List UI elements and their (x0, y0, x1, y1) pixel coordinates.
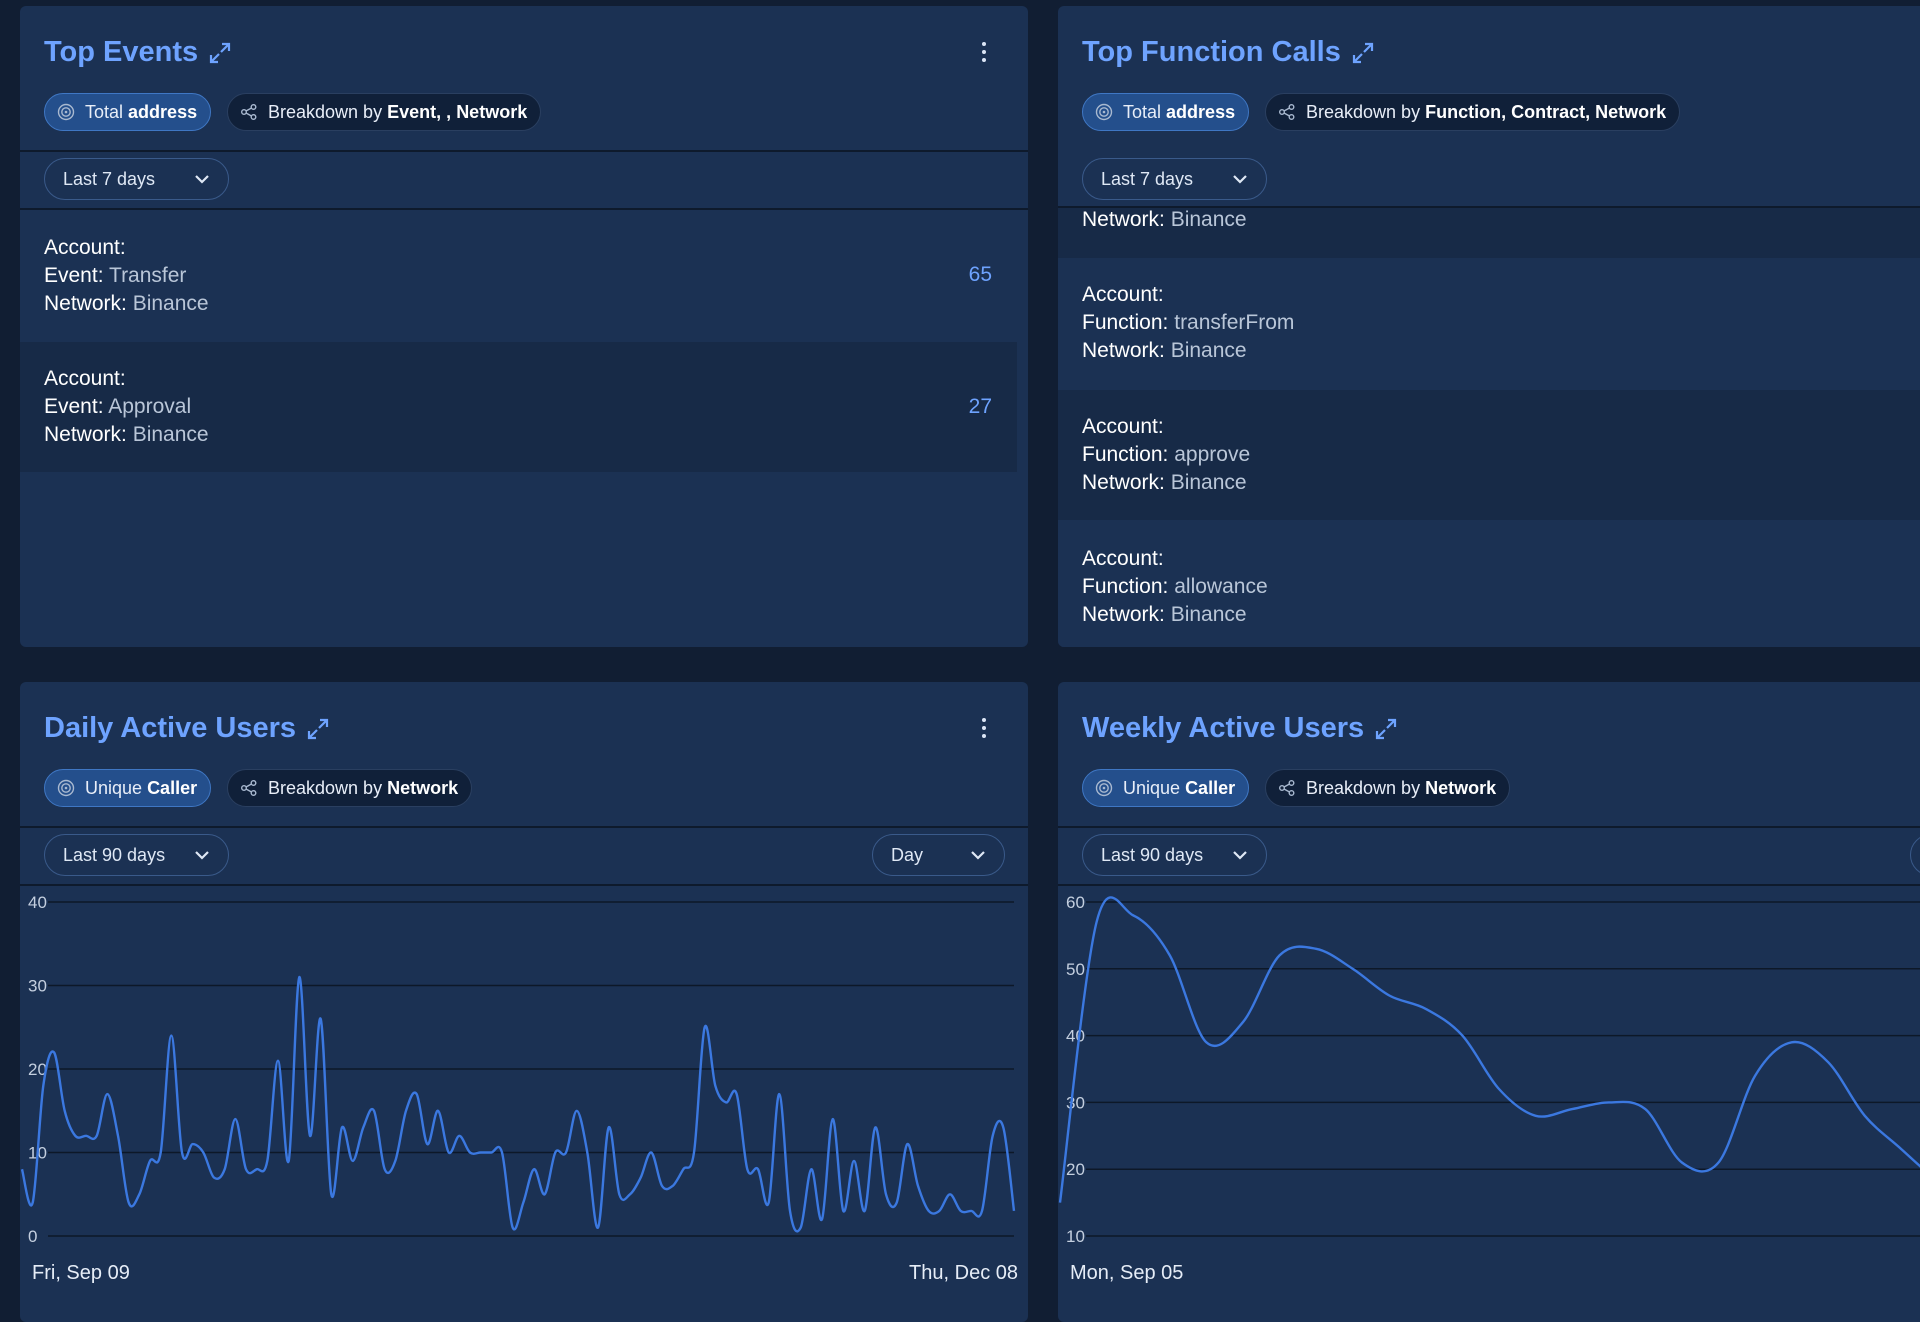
y-tick-label: 40 (28, 893, 47, 912)
filter-bar: Last 7 days (20, 150, 1028, 210)
date-range-select[interactable]: Last 90 days (1082, 834, 1267, 876)
share-icon (241, 780, 257, 796)
metric-pill[interactable]: Unique Caller (44, 769, 212, 807)
list-item[interactable]: Account: Function: approve Network: Bina… (1058, 390, 1920, 520)
granularity-select[interactable] (1910, 834, 1920, 876)
list-item[interactable]: Account: Function: transferFrom Network:… (1058, 258, 1920, 388)
date-range-select[interactable]: Last 7 days (44, 158, 229, 200)
series-line (1058, 896, 1920, 1203)
filter-bar: Last 7 days (1058, 150, 1920, 208)
expand-icon[interactable] (1351, 41, 1375, 65)
y-tick-label: 40 (1066, 1027, 1085, 1046)
list-item[interactable]: Account: Event: Transfer Network: Binanc… (20, 210, 1028, 340)
target-icon (1095, 779, 1113, 797)
top-function-calls-title: Top Function Calls (1082, 36, 1375, 69)
expand-icon[interactable] (306, 717, 330, 741)
target-icon (57, 779, 75, 797)
y-tick-label: 0 (28, 1227, 37, 1246)
share-icon (241, 104, 257, 120)
top-function-calls-card: Top Function Calls Total address Breakdo… (1058, 6, 1920, 647)
daily-active-users-chart[interactable]: 010203040 (20, 886, 1028, 1286)
weekly-active-users-card: Weekly Active Users Unique Caller Breakd… (1058, 682, 1920, 1322)
series-line (20, 975, 1016, 1233)
count-value: 65 (968, 263, 992, 286)
breakdown-pill[interactable]: Breakdown by Event, , Network (227, 93, 542, 131)
target-icon (57, 103, 75, 121)
filter-bar: Last 90 days (1058, 826, 1920, 886)
y-tick-label: 50 (1066, 960, 1085, 979)
share-icon (1279, 780, 1295, 796)
weekly-active-users-chart[interactable]: 10 20 30 40 50 60 (1058, 886, 1920, 1286)
metric-pill[interactable]: Unique Caller (1082, 769, 1250, 807)
expand-icon[interactable] (1374, 717, 1398, 741)
more-options-icon[interactable] (980, 718, 988, 744)
chevron-down-icon (195, 851, 209, 860)
y-tick-label: 30 (1066, 1093, 1085, 1112)
list-item-partial[interactable]: Network: Binance (1058, 206, 1920, 258)
weekly-active-users-header: Weekly Active Users Unique Caller Breakd… (1058, 682, 1920, 828)
chevron-down-icon (1233, 851, 1247, 860)
more-options-icon[interactable] (980, 42, 988, 68)
top-events-title: Top Events (44, 36, 232, 69)
breakdown-pill[interactable]: Breakdown by Network (1265, 769, 1511, 807)
y-tick-label: 30 (28, 977, 47, 996)
y-tick-label: 20 (1066, 1160, 1085, 1179)
metric-pill[interactable]: Total address (44, 93, 212, 131)
daily-active-users-header: Daily Active Users Unique Caller Breakdo… (20, 682, 1028, 828)
top-function-calls-header: Top Function Calls Total address Breakdo… (1058, 6, 1920, 152)
filter-bar: Last 90 days Day (20, 826, 1028, 886)
weekly-active-users-title: Weekly Active Users (1082, 712, 1398, 745)
breakdown-pill[interactable]: Breakdown by Function, Contract, Network (1265, 93, 1681, 131)
date-range-select[interactable]: Last 7 days (1082, 158, 1267, 200)
breakdown-pill[interactable]: Breakdown by Network (227, 769, 473, 807)
count-value: 27 (968, 395, 992, 418)
y-tick-label: 60 (1066, 893, 1085, 912)
x-axis-start-label: Mon, Sep 05 (1070, 1262, 1184, 1284)
y-tick-label: 10 (1066, 1227, 1085, 1246)
date-range-select[interactable]: Last 90 days (44, 834, 229, 876)
top-events-header: Top Events Total address Breakdown by Ev… (20, 6, 1028, 152)
chevron-down-icon (971, 851, 985, 860)
list-item[interactable]: Account: Function: allowance Network: Bi… (1058, 522, 1920, 647)
daily-active-users-title: Daily Active Users (44, 712, 330, 745)
target-icon (1095, 103, 1113, 121)
list-item[interactable]: Account: Event: Approval Network: Binanc… (20, 342, 1017, 472)
x-axis-end-label: Thu, Dec 08 (909, 1262, 1018, 1284)
chevron-down-icon (195, 175, 209, 184)
expand-icon[interactable] (208, 41, 232, 65)
chevron-down-icon (1233, 175, 1247, 184)
granularity-select[interactable]: Day (872, 834, 1005, 876)
metric-pill[interactable]: Total address (1082, 93, 1250, 131)
share-icon (1279, 104, 1295, 120)
daily-active-users-card: Daily Active Users Unique Caller Breakdo… (20, 682, 1028, 1322)
x-axis-start-label: Fri, Sep 09 (32, 1262, 130, 1284)
top-events-card: Top Events Total address Breakdown by Ev… (20, 6, 1028, 647)
